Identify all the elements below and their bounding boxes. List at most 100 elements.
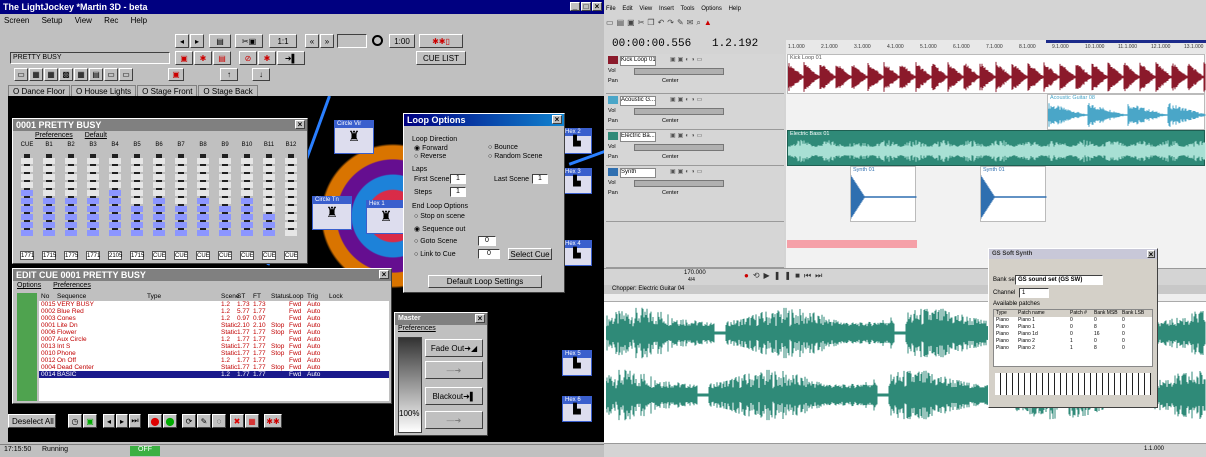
channel-select[interactable]: 1 — [1019, 288, 1049, 298]
tool-e[interactable]: ▦ — [74, 68, 88, 81]
clip-synth-1[interactable]: Synth 01 — [850, 166, 917, 222]
radio-goto[interactable]: ○ Goto Scene — [414, 238, 457, 245]
tool-red-3[interactable]: ▤ — [213, 51, 231, 65]
tool-f[interactable]: ▤ — [89, 68, 103, 81]
dial-icon[interactable] — [372, 35, 383, 46]
table-row[interactable]: 0001 Lite Dn Static 2.10 2.10 Stop Fwd Auto — [39, 322, 389, 329]
close-icon[interactable]: × — [1147, 250, 1155, 259]
track-buttons[interactable]: ▣▣◐◑▭ — [670, 96, 704, 103]
sequence-column-header[interactable]: Lock — [329, 293, 343, 300]
cue-tile-1[interactable]: Circle Vir ♜ — [334, 120, 374, 154]
track-name[interactable]: Kick Loop 01 — [620, 56, 656, 66]
clip-synth-2[interactable]: Synth 01 — [980, 166, 1047, 222]
menu-default[interactable]: Default — [85, 132, 107, 139]
grid-button[interactable]: ▦ — [245, 414, 259, 428]
play-icon[interactable]: ▶ — [764, 271, 774, 280]
empty-button-1[interactable]: —➜ — [425, 361, 483, 379]
patch-row[interactable]: Piano Piano 2 1 0 0 — [994, 338, 1152, 345]
volume-slider[interactable] — [634, 180, 724, 187]
tool-red-4[interactable]: ✱ — [258, 51, 276, 65]
track-header[interactable]: Acoustic G... Vol Pan Center ▣▣◐◑▭ — [606, 94, 784, 130]
tempo-display[interactable]: 170.000 — [684, 270, 706, 276]
cue-tile-5[interactable]: Hex 3 ▙ — [562, 168, 592, 194]
patch-column-header[interactable]: Bank LSB — [1122, 310, 1144, 316]
value-field[interactable] — [337, 34, 367, 48]
zoom-icon[interactable]: ⌕ — [696, 18, 703, 27]
tool-red-1[interactable]: ▣ — [175, 51, 193, 65]
sequence-column-header[interactable]: Status — [271, 293, 289, 300]
default-loop-button[interactable]: Default Loop Settings — [428, 275, 542, 288]
table-row[interactable]: 0002 Blue Red 1.2 5.77 1.77 Fwd Auto — [39, 308, 389, 315]
menu-help[interactable]: Help — [131, 16, 147, 25]
menu-edit[interactable]: Edit — [622, 6, 632, 12]
midi-track-header[interactable] — [606, 222, 784, 268]
fader-b1[interactable]: 1715 — [41, 150, 57, 262]
cue-tile-2[interactable]: Circle Tn ♜ — [312, 196, 352, 230]
master-fader[interactable] — [398, 337, 422, 433]
rewind-icon[interactable]: ⏮ — [804, 271, 815, 280]
sequence-column-header[interactable]: Type — [147, 293, 161, 300]
patch-column-header[interactable]: Bank MSB — [1094, 310, 1118, 316]
menu-options[interactable]: Options — [701, 6, 722, 12]
tool-b[interactable]: ▦ — [29, 68, 43, 81]
cue-list-button[interactable]: CUE LIST — [416, 51, 466, 65]
menu-options[interactable]: Options — [17, 282, 41, 289]
fader-b9[interactable]: CUE — [217, 150, 233, 262]
tool-red-box[interactable]: ▣ — [168, 68, 184, 81]
menu-tools[interactable]: Tools — [681, 6, 695, 12]
goto-spinner[interactable]: 0 — [478, 236, 496, 246]
table-row[interactable]: 0006 Flower Static 1.77 1.77 Stop Fwd Auto — [39, 329, 389, 336]
patch-row[interactable]: Piano Piano 1 0 8 0 — [994, 324, 1152, 331]
forward-button[interactable]: » — [320, 34, 334, 48]
track-name[interactable]: Synth — [620, 168, 656, 178]
track-header[interactable]: Kick Loop 01 Vol Pan Center ▣▣◐◑▭ — [606, 54, 784, 94]
track-buttons[interactable]: ▣▣◐◑▭ — [670, 56, 704, 63]
fader-b12[interactable]: CUE — [283, 150, 299, 262]
piano-key[interactable] — [1145, 373, 1151, 395]
deselect-all-select[interactable]: Deselect All — [8, 414, 56, 428]
stop-icon[interactable]: ■ — [795, 271, 804, 280]
cue-tile-4[interactable]: Hex 2 ▙ — [562, 128, 592, 154]
radio-reverse[interactable]: ○ Reverse — [414, 153, 446, 160]
menu-view[interactable]: View — [75, 16, 92, 25]
volume-slider[interactable] — [634, 144, 724, 151]
tool-h[interactable]: ▭ — [119, 68, 133, 81]
tool-button-2[interactable]: ✂▣ — [235, 34, 263, 48]
clock-button[interactable]: ◷ — [68, 414, 82, 428]
clip-kick[interactable]: Kick Loop 01 — [787, 54, 1206, 94]
radio-bounce[interactable]: ○ Bounce — [488, 144, 518, 151]
undo-icon[interactable]: ↶ — [658, 18, 668, 27]
track-buttons[interactable]: ▣▣◐◑▭ — [670, 168, 704, 175]
bank-select[interactable]: GS sound set (GS SW) — [1015, 275, 1103, 285]
first-scene-spinner[interactable]: 1 — [450, 174, 466, 184]
sequence-column-header[interactable]: ST — [237, 293, 245, 300]
menu-insert[interactable]: Insert — [659, 6, 674, 12]
track-buttons[interactable]: ▣▣◐◑▭ — [670, 132, 704, 139]
cue-tile-3[interactable]: Hex 1 ♜ — [366, 200, 406, 234]
track-name[interactable]: Electric Ba... — [620, 132, 656, 142]
last-scene-spinner[interactable]: 1 — [532, 174, 548, 184]
sequence-column-header[interactable]: Sequence — [57, 293, 86, 300]
metronome-icon[interactable]: ▲ — [704, 18, 715, 27]
table-row[interactable]: 0013 Int S Static 1.77 1.77 Stop Fwd Auto — [39, 343, 389, 350]
scene-button[interactable]: ✱✱ — [264, 414, 282, 428]
radio-stop[interactable]: ○ Stop on scene — [414, 213, 465, 220]
menu-rec[interactable]: Rec — [104, 16, 118, 25]
sequence-column-header[interactable]: Loop — [289, 293, 303, 300]
patch-row[interactable]: Piano Piano 1 0 0 0 — [994, 317, 1152, 324]
clip-bass[interactable]: Electric Bass 01 — [787, 130, 1206, 166]
menu-screen[interactable]: Screen — [4, 16, 29, 25]
go-green-button[interactable]: ⬤ — [163, 414, 177, 428]
patch-row[interactable]: Piano Piano 2 1 8 0 — [994, 345, 1152, 352]
patch-column-header[interactable]: Patch # — [1070, 310, 1087, 316]
master-menu[interactable]: Preferences — [395, 325, 487, 332]
down-arrow-button[interactable]: ↓ — [252, 68, 270, 81]
volume-slider[interactable] — [634, 108, 724, 115]
fader-b11[interactable]: CUE — [261, 150, 277, 262]
table-row[interactable]: 0003 Cones 1.2 0.97 0.97 Fwd Auto — [39, 315, 389, 322]
tool-g[interactable]: ▭ — [104, 68, 118, 81]
fader-b8[interactable]: CUE — [195, 150, 211, 262]
copy-icon[interactable]: ❐ — [647, 18, 657, 27]
cue-name-field[interactable]: PRETTY BUSY — [10, 52, 170, 64]
maximize-icon[interactable]: □ — [581, 2, 591, 11]
